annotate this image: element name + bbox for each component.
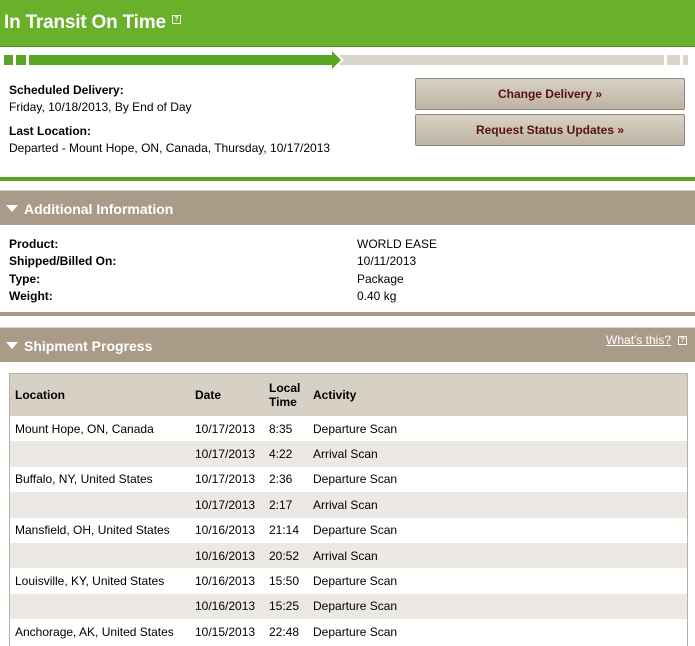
cell-date: 10/17/2013 — [195, 472, 256, 487]
cell-date: 10/16/2013 — [195, 548, 256, 563]
shipped-value: 10/11/2013 — [357, 254, 417, 268]
cell-location — [10, 492, 190, 517]
product-label: Product: — [9, 237, 59, 251]
last-location-value: Departed - Mount Hope, ON, Canada, Thurs… — [9, 141, 331, 155]
collapse-triangle-icon[interactable] — [6, 205, 18, 212]
delivery-summary: Scheduled Delivery: Friday, 10/18/2013, … — [0, 72, 695, 177]
column-header-location: Location — [15, 388, 65, 402]
table-row: Louisville, KY, United States 10/16/2013 1… — [10, 568, 687, 594]
shipped-label: Shipped/Billed On: — [9, 254, 117, 268]
cell-activity: Departure Scan — [313, 421, 398, 436]
cell-time: 2:36 — [269, 472, 293, 487]
cell-activity: Arrival Scan — [313, 447, 378, 462]
cell-activity: Departure Scan — [313, 523, 398, 538]
progress-tick — [13, 55, 16, 65]
type-label: Type: — [9, 272, 41, 286]
cell-activity: Departure Scan — [313, 624, 398, 639]
table-row: Buffalo, NY, United States 10/17/2013 2:36… — [10, 466, 687, 493]
help-icon[interactable]: ? — [678, 336, 687, 345]
cell-time: 21:14 — [269, 523, 300, 538]
progress-fill — [4, 55, 339, 65]
progress-tick — [680, 55, 683, 65]
cell-time: 22:48 — [269, 624, 300, 639]
column-header-local-time: Local Time — [269, 381, 301, 409]
cell-location: Buffalo, NY, United States — [15, 472, 153, 487]
cell-activity: Departure Scan — [313, 472, 398, 487]
weight-value: 0.40 kg — [357, 289, 397, 303]
cell-date: 10/15/2013 — [195, 624, 256, 639]
cell-time: 15:50 — [269, 574, 300, 589]
request-status-updates-button[interactable]: Request Status Updates » — [415, 114, 685, 146]
collapse-triangle-icon[interactable] — [6, 342, 18, 349]
progress-bar — [0, 48, 695, 72]
column-header-activity: Activity — [313, 388, 357, 402]
shipment-progress-header[interactable]: Shipment Progress What's this? ? — [0, 327, 695, 362]
column-header-date: Date — [195, 388, 222, 402]
weight-label: Weight: — [9, 289, 53, 303]
progress-arrow-inner — [332, 51, 341, 69]
divider — [0, 312, 695, 316]
cell-activity: Arrival Scan — [313, 548, 378, 563]
cell-activity: Departure Scan — [313, 574, 398, 589]
cell-date: 10/16/2013 — [195, 523, 256, 538]
status-header: In Transit On Time? — [0, 0, 695, 47]
progress-tick — [26, 55, 29, 65]
cell-location: Louisville, KY, United States — [15, 574, 165, 589]
cell-date: 10/17/2013 — [195, 421, 256, 436]
table-row: Mount Hope, ON, Canada 10/17/2013 8:35 Depa… — [10, 416, 687, 442]
change-delivery-button[interactable]: Change Delivery » — [415, 78, 685, 110]
cell-date: 10/16/2013 — [195, 599, 256, 614]
cell-location: Anchorage, AK, United States — [15, 624, 174, 639]
shipment-progress-table: Location Date Local Time Activity Mount H… — [9, 373, 688, 646]
status-title: In Transit On Time? — [4, 12, 181, 34]
cell-location: Mount Hope, ON, Canada — [15, 421, 154, 436]
last-location-label: Last Location: — [9, 124, 92, 138]
table-row: 10/17/2013 4:22 Arrival Scan — [10, 441, 687, 467]
section-title: Shipment Progress — [24, 338, 153, 354]
cell-time: 4:22 — [269, 447, 293, 462]
table-row: Anchorage, AK, United States 10/15/2013 22… — [10, 619, 687, 645]
type-value: Package — [357, 272, 404, 286]
whats-this-link[interactable]: What's this? — [606, 333, 671, 347]
cell-time: 8:35 — [269, 421, 293, 436]
additional-info-header[interactable]: Additional Information — [0, 190, 695, 225]
cell-location: Mansfield, OH, United States — [15, 523, 170, 538]
scheduled-delivery-value: Friday, 10/18/2013, By End of Day — [9, 100, 192, 114]
table-row: Mansfield, OH, United States 10/16/2013 21… — [10, 517, 687, 543]
cell-time: 20:52 — [269, 548, 300, 563]
progress-tick — [664, 55, 667, 65]
cell-location — [10, 543, 190, 568]
cell-date: 10/17/2013 — [195, 497, 256, 512]
cell-date: 10/16/2013 — [195, 574, 256, 589]
section-title: Additional Information — [24, 201, 174, 217]
table-row: 10/16/2013 15:25 Departure Scan — [10, 593, 687, 620]
cell-location — [10, 594, 190, 619]
table-row: 10/17/2013 2:17 Arrival Scan — [10, 492, 687, 518]
cell-time: 2:17 — [269, 497, 293, 512]
help-icon[interactable]: ? — [171, 15, 181, 24]
cell-time: 15:25 — [269, 599, 300, 614]
product-value: WORLD EASE — [357, 237, 438, 251]
cell-date: 10/17/2013 — [195, 447, 256, 462]
divider — [0, 177, 695, 181]
scheduled-delivery-label: Scheduled Delivery: — [9, 83, 124, 97]
table-header-row: Location Date Local Time Activity — [10, 374, 687, 416]
cell-location — [10, 441, 190, 466]
cell-activity: Departure Scan — [313, 599, 398, 614]
table-row: 10/16/2013 20:52 Arrival Scan — [10, 542, 687, 569]
cell-activity: Arrival Scan — [313, 497, 378, 512]
